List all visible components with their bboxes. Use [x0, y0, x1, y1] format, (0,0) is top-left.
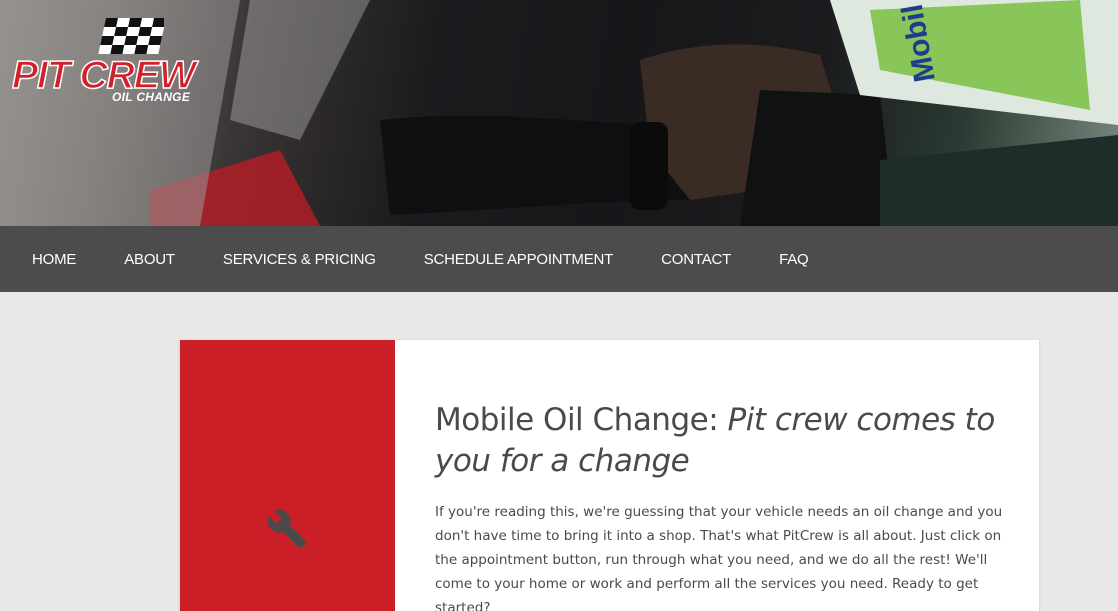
- nav-schedule-appointment[interactable]: SCHEDULE APPOINTMENT: [424, 251, 614, 268]
- intro-heading-plain: Mobile Oil Change:: [435, 402, 728, 438]
- checkered-flag-icon: [98, 18, 164, 54]
- intro-card-side-panel: [180, 340, 395, 611]
- hero-banner: Mobil 1 PIT CREW OIL CHANGE: [0, 0, 1118, 226]
- intro-card: Mobile Oil Change: Pit crew comes to you…: [180, 340, 1039, 611]
- nav-about[interactable]: ABOUT: [124, 251, 175, 268]
- wrench-icon: [267, 509, 307, 549]
- main-nav: HOME ABOUT SERVICES & PRICING SCHEDULE A…: [0, 226, 1118, 292]
- nav-services-pricing[interactable]: SERVICES & PRICING: [223, 251, 376, 268]
- logo-subtitle: OIL CHANGE: [112, 90, 191, 104]
- nav-contact[interactable]: CONTACT: [661, 251, 731, 268]
- nav-home[interactable]: HOME: [32, 251, 76, 268]
- intro-heading: Mobile Oil Change: Pit crew comes to you…: [435, 400, 1005, 482]
- intro-content: Mobile Oil Change: Pit crew comes to you…: [435, 400, 1005, 611]
- site-logo[interactable]: PIT CREW OIL CHANGE: [10, 18, 220, 108]
- intro-body: If you're reading this, we're guessing t…: [435, 504, 1003, 611]
- nav-faq[interactable]: FAQ: [779, 251, 809, 268]
